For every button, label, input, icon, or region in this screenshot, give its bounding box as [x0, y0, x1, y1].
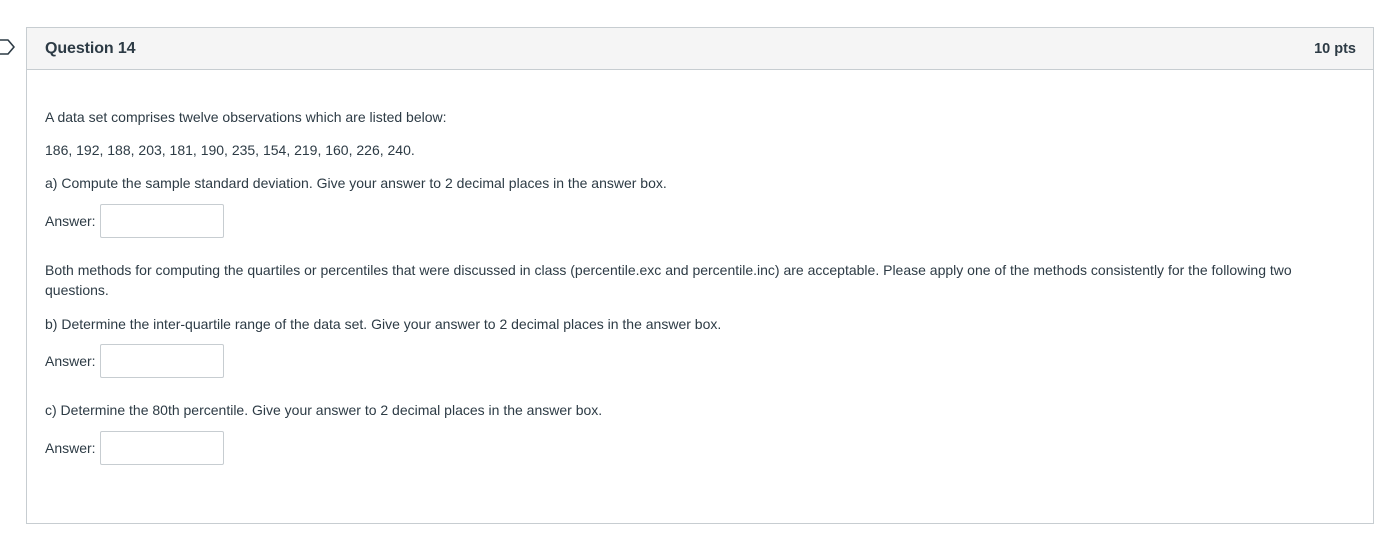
- answer-label-a: Answer:: [45, 213, 96, 229]
- question-points: 10 pts: [1314, 40, 1356, 57]
- data-values: 186, 192, 188, 203, 181, 190, 235, 154, …: [45, 142, 415, 158]
- answer-row-b: Answer:: [45, 344, 224, 378]
- answer-input-b[interactable]: [99, 344, 224, 378]
- question-header: Question 14 10 pts: [27, 28, 1373, 70]
- question-title: Question 14: [45, 39, 136, 57]
- methods-note: Both methods for computing the quartiles…: [45, 262, 1292, 298]
- answer-input-c[interactable]: [99, 431, 224, 465]
- answer-label-c: Answer:: [45, 440, 96, 456]
- answer-label-b: Answer:: [45, 353, 96, 369]
- flag-icon[interactable]: [0, 38, 18, 56]
- question-card: Question 14 10 pts A data set comprises …: [26, 27, 1374, 524]
- part-c-prompt: c) Determine the 80th percentile. Give y…: [45, 402, 603, 418]
- answer-row-c: Answer:: [45, 431, 224, 465]
- part-a-prompt: a) Compute the sample standard deviation…: [45, 175, 667, 191]
- answer-row-a: Answer:: [45, 204, 224, 238]
- part-b-prompt: b) Determine the inter-quartile range of…: [45, 316, 722, 332]
- question-intro: A data set comprises twelve observations…: [45, 109, 447, 125]
- answer-input-a[interactable]: [99, 204, 224, 238]
